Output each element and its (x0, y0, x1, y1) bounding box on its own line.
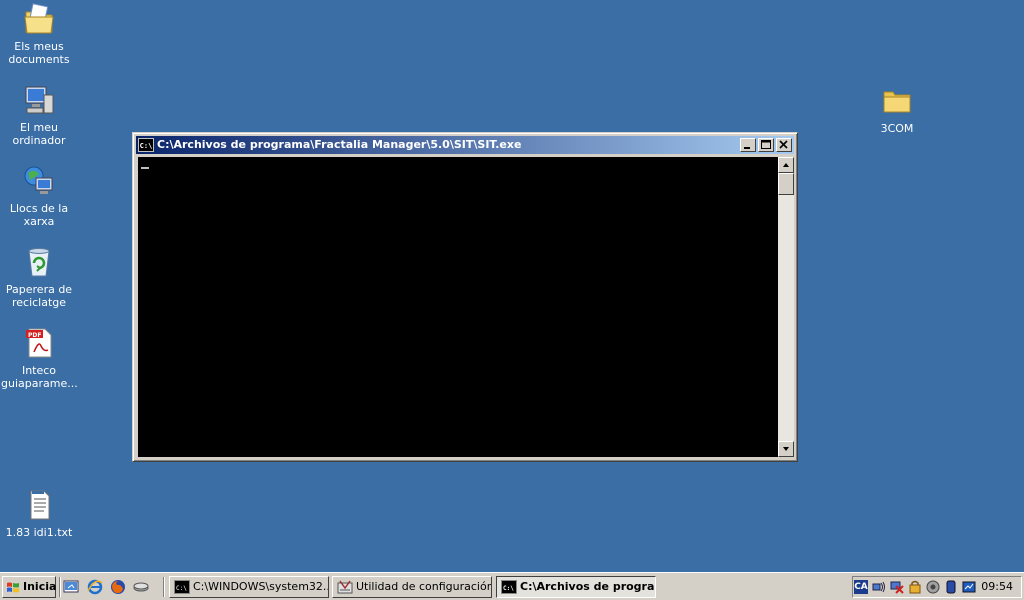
config-utility-icon (337, 580, 353, 594)
task-label: Utilidad de configuración ... (356, 580, 492, 593)
close-icon (779, 140, 788, 149)
start-label: Inicia (23, 580, 57, 593)
window-title: C:\Archivos de programa\Fractalia Manage… (157, 138, 522, 151)
security-warning-icon[interactable] (908, 580, 922, 594)
arrow-up-icon (783, 163, 789, 167)
device-icon[interactable] (944, 580, 958, 594)
folder-icon (883, 91, 911, 113)
show-desktop-icon[interactable] (63, 579, 79, 595)
desktop-icon-label: 1.83 idi1.txt (5, 526, 73, 539)
close-button[interactable] (776, 138, 792, 152)
desktop-icon-label: Llocs de la xarxa (9, 202, 69, 228)
start-button[interactable]: Inicia (2, 576, 56, 598)
desktop-icon-recycle-bin[interactable]: Paperera de reciclatge (1, 245, 77, 309)
desktop-icon-my-computer[interactable]: El meu ordinador (1, 83, 77, 147)
scroll-thumb[interactable] (778, 173, 794, 195)
console-output-area[interactable] (138, 157, 778, 457)
text-cursor (141, 167, 149, 169)
maximize-button[interactable] (758, 138, 774, 152)
svg-text:C:\: C:\ (503, 585, 514, 592)
taskbar-separator (163, 577, 165, 597)
desktop-icon-label: Paperera de reciclatge (5, 283, 73, 309)
system-tray: CA 09:54 (852, 576, 1022, 598)
windows-flag-icon (7, 582, 19, 593)
task-label: C:\WINDOWS\system32... (193, 580, 329, 593)
network-disconnected-icon[interactable] (890, 580, 904, 594)
firefox-icon[interactable] (110, 579, 126, 595)
console-window[interactable]: C:\ C:\Archivos de programa\Fractalia Ma… (132, 132, 798, 462)
desktop-icon-3com-folder[interactable]: 3COM (859, 84, 935, 135)
desktop-icon-inteco-pdf[interactable]: PDF Inteco guiaparame... (1, 326, 78, 390)
taskbar-button-config-utility[interactable]: Utilidad de configuración ... (332, 576, 492, 598)
svg-text:C:\: C:\ (176, 585, 187, 592)
desktop-icon-label: Els meus documents (8, 40, 70, 66)
desktop-icon-label: 3COM (880, 122, 914, 135)
my-computer-icon (25, 86, 54, 114)
maximize-icon (761, 140, 771, 149)
arrow-down-icon (783, 447, 789, 451)
network-tool-icon[interactable] (133, 579, 149, 595)
console-icon[interactable]: C:\ (138, 138, 154, 152)
taskbar-button-sit-exe[interactable]: C:\ C:\Archivos de progra... (496, 576, 656, 598)
window-titlebar[interactable]: C:\ C:\Archivos de programa\Fractalia Ma… (136, 136, 794, 154)
console-icon: C:\ (501, 580, 517, 594)
network-connection-icon[interactable] (872, 580, 886, 594)
taskbar-separator (59, 577, 61, 597)
scroll-up-button[interactable] (778, 157, 794, 173)
recycle-bin-icon (28, 248, 50, 277)
pdf-file-icon: PDF (26, 328, 52, 358)
network-places-icon (24, 166, 53, 194)
internet-explorer-icon[interactable] (87, 579, 103, 595)
desktop-icon-label: Inteco guiaparame... (1, 364, 78, 390)
taskbar: Inicia C:\ C:\WINDOWS\system32... Utilid… (0, 572, 1024, 600)
desktop-icon-label: El meu ordinador (12, 121, 66, 147)
task-label: C:\Archivos de progra... (520, 580, 656, 593)
minimize-icon (744, 147, 750, 149)
desktop-icon-my-documents[interactable]: Els meus documents (1, 2, 77, 66)
text-file-icon (30, 490, 50, 520)
my-documents-icon (24, 3, 54, 34)
desktop-icon-text-file[interactable]: 1.83 idi1.txt (1, 488, 77, 539)
scroll-down-button[interactable] (778, 441, 794, 457)
vertical-scrollbar[interactable] (778, 157, 794, 457)
taskbar-button-cmd-system32[interactable]: C:\ C:\WINDOWS\system32... (169, 576, 329, 598)
console-icon: C:\ (174, 580, 190, 594)
minimize-button[interactable] (740, 138, 756, 152)
language-indicator[interactable]: CA (854, 580, 868, 594)
speaker-icon[interactable] (926, 580, 940, 594)
svg-text:PDF: PDF (28, 332, 41, 339)
monitor-app-icon[interactable] (962, 580, 976, 594)
desktop-icon-network-places[interactable]: Llocs de la xarxa (1, 164, 77, 228)
clock[interactable]: 09:54 (981, 577, 1013, 597)
